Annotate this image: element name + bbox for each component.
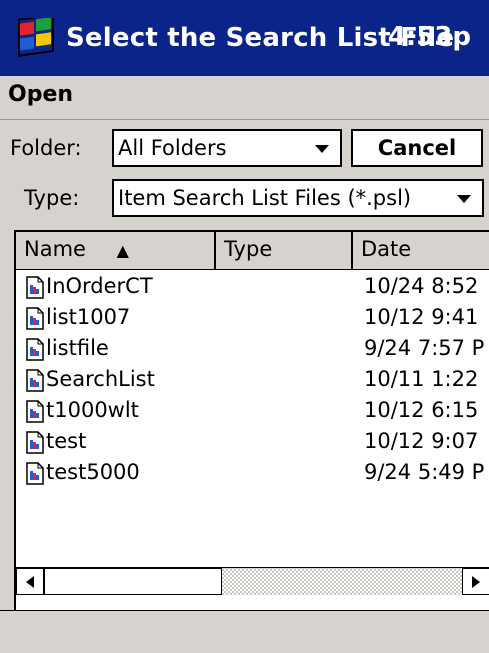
title-bar: Select the Search List File 4:53p — [0, 0, 489, 76]
file-icon — [26, 431, 44, 454]
folder-combo[interactable]: All Folders — [112, 129, 342, 167]
file-icon — [26, 338, 44, 361]
file-name: test — [46, 429, 87, 453]
scroll-left-button[interactable] — [16, 568, 44, 595]
clock[interactable]: 4:53p — [388, 22, 471, 52]
file-icon — [26, 369, 44, 392]
type-label: Type: — [24, 186, 80, 210]
file-date: 10/24 8:52 — [364, 274, 479, 298]
horizontal-scrollbar[interactable] — [16, 567, 489, 595]
scroll-track[interactable] — [222, 569, 462, 595]
arrow-right-icon — [472, 575, 480, 588]
file-name: test5000 — [46, 460, 140, 484]
file-icon — [26, 400, 44, 423]
file-date: 10/12 9:07 — [364, 429, 479, 453]
bottom-bar — [0, 610, 489, 653]
file-icon — [26, 307, 44, 330]
type-value: Item Search List Files (*.psl) — [118, 186, 412, 210]
column-type-label: Type — [224, 237, 273, 261]
file-date: 10/12 9:41 — [364, 305, 479, 329]
file-date: 10/12 6:15 — [364, 398, 479, 422]
file-name: t1000wlt — [46, 398, 139, 422]
folder-value: All Folders — [118, 136, 227, 160]
cancel-label: Cancel — [377, 136, 457, 160]
chevron-down-icon — [452, 190, 476, 208]
list-item[interactable]: list1007 10/12 9:41 — [16, 303, 489, 334]
file-name: list1007 — [46, 305, 131, 329]
file-name: listfile — [46, 336, 109, 360]
file-date: 9/24 7:57 P — [364, 336, 485, 360]
open-menu[interactable]: Open — [8, 82, 73, 107]
windows-flag-icon[interactable] — [14, 15, 60, 61]
column-header-name[interactable]: Name ▲ — [16, 232, 216, 269]
column-header-type[interactable]: Type — [216, 232, 353, 269]
menu-bar: Open — [0, 76, 489, 120]
file-list[interactable]: Name ▲ Type Date InOrderCT 10/24 8:52 list… — [14, 230, 489, 610]
chevron-down-icon — [310, 140, 334, 158]
type-combo[interactable]: Item Search List Files (*.psl) — [112, 179, 484, 217]
file-icon — [26, 276, 44, 299]
list-item[interactable]: t1000wlt 10/12 6:15 — [16, 396, 489, 427]
column-date-label: Date — [361, 237, 412, 261]
file-date: 10/11 1:22 — [364, 367, 479, 391]
folder-label: Folder: — [10, 136, 82, 160]
file-date: 9/24 5:49 P — [364, 460, 485, 484]
scroll-right-button[interactable] — [462, 568, 489, 595]
cancel-button[interactable]: Cancel — [351, 129, 483, 167]
list-item[interactable]: listfile 9/24 7:57 P — [16, 334, 489, 365]
column-name-label: Name — [24, 237, 86, 261]
arrow-left-icon — [26, 575, 34, 588]
file-icon — [26, 462, 44, 485]
file-name: InOrderCT — [46, 274, 153, 298]
scroll-thumb[interactable] — [44, 568, 222, 595]
file-name: SearchList — [46, 367, 155, 391]
list-item[interactable]: SearchList 10/11 1:22 — [16, 365, 489, 396]
list-item[interactable]: test5000 9/24 5:49 P — [16, 458, 489, 489]
list-header: Name ▲ Type Date — [16, 232, 489, 270]
list-item[interactable]: test 10/12 9:07 — [16, 427, 489, 458]
sort-ascending-icon: ▲ — [116, 241, 129, 260]
list-item[interactable]: InOrderCT 10/24 8:52 — [16, 272, 489, 303]
column-header-date[interactable]: Date — [353, 232, 489, 269]
